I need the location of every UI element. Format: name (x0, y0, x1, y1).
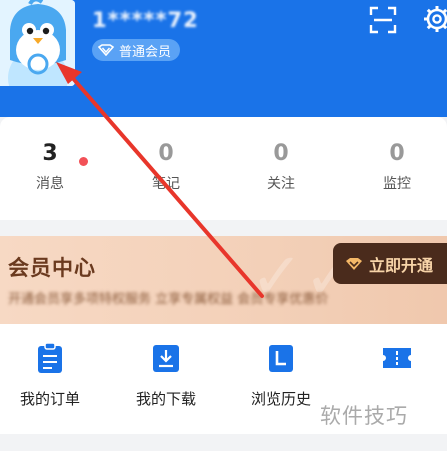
tool-tickets[interactable] (352, 342, 442, 388)
member-level-label: 普通会员 (119, 44, 172, 60)
penguin-avatar-icon (0, 0, 75, 86)
stat-value: 0 (389, 141, 405, 166)
open-vip-button[interactable]: 立即开通 (333, 243, 447, 284)
order-icon (38, 342, 62, 373)
stat-monitor[interactable]: 0 监控 (362, 139, 432, 193)
download-icon (153, 345, 179, 372)
stat-notes[interactable]: 0 笔记 (131, 139, 201, 193)
username: 1*****72 (92, 8, 199, 32)
stat-value: 3 (42, 141, 58, 166)
stat-label: 监控 (383, 176, 411, 192)
diamond-icon (98, 44, 114, 56)
site-watermark: 软件技巧 (316, 398, 412, 432)
stat-label: 笔记 (152, 176, 180, 192)
tool-history[interactable]: 浏览历史 (236, 342, 326, 409)
stats-panel: 3 消息 0 笔记 0 关注 0 监控 (0, 117, 447, 220)
stat-label: 关注 (267, 176, 295, 192)
tool-orders[interactable]: 我的订单 (5, 342, 95, 409)
stat-label: 消息 (36, 176, 64, 192)
diamond-icon (346, 257, 362, 270)
scan-icon[interactable] (369, 6, 397, 34)
tool-downloads[interactable]: 我的下载 (121, 342, 211, 409)
profile-header: 1*****72 普通会员 (0, 0, 447, 117)
vip-title: 会员中心 (8, 256, 96, 280)
vip-description: 开通会员享多项特权服务 立享专属权益 会员专享优惠价 (8, 292, 329, 307)
tool-label: 我的下载 (135, 390, 196, 408)
avatar[interactable] (0, 0, 75, 86)
member-badge[interactable]: 普通会员 (92, 39, 181, 61)
open-vip-label: 立即开通 (369, 255, 434, 275)
notification-dot (79, 157, 88, 166)
stat-value: 0 (273, 141, 289, 166)
gear-icon[interactable] (422, 4, 447, 34)
history-icon (269, 345, 293, 372)
stat-messages[interactable]: 3 消息 (15, 139, 88, 193)
tool-label: 浏览历史 (250, 390, 311, 408)
tool-label: 我的订单 (19, 390, 80, 408)
stat-follows[interactable]: 0 关注 (246, 139, 316, 193)
stat-value: 0 (158, 141, 174, 166)
ticket-icon (383, 348, 411, 368)
